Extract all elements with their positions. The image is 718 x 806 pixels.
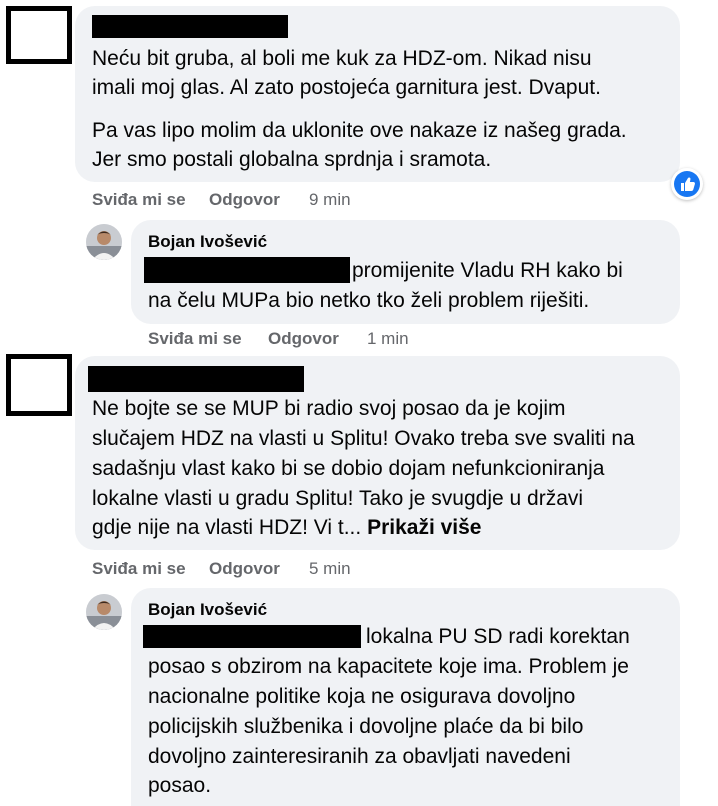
reply-button[interactable]: Odgovor <box>209 190 280 210</box>
comment-timestamp[interactable]: 5 min <box>309 559 351 579</box>
reply-button[interactable]: Odgovor <box>209 559 280 579</box>
redacted-author-name <box>88 366 304 392</box>
like-button[interactable]: Sviđa mi se <box>148 329 242 349</box>
user-photo-icon <box>86 224 122 260</box>
redacted-mention <box>143 625 361 648</box>
comment-text-line: sadašnju vlast kako bi se dobio dojam ne… <box>92 457 605 480</box>
comment-text-line: Neću bit gruba, al boli me kuk za HDZ-om… <box>92 47 592 70</box>
reply-text-line: posao s obzirom na kapacitete koje ima. … <box>148 655 629 678</box>
reply-author[interactable]: Bojan Ivošević <box>148 600 267 620</box>
user-photo-icon <box>86 594 122 630</box>
like-reaction-badge[interactable] <box>671 168 703 200</box>
reply-timestamp[interactable]: 1 min <box>367 329 409 349</box>
comment-text-line: Jer smo postali globalna sprdnja i sramo… <box>92 148 492 171</box>
comment-bubble: Ne bojte se se MUP bi radio svoj posao d… <box>75 356 680 550</box>
redacted-avatar <box>6 354 72 416</box>
redacted-mention <box>144 257 350 283</box>
comment-actions: Sviđa mi se Odgovor 9 min <box>92 190 392 212</box>
reply-button[interactable]: Odgovor <box>268 329 339 349</box>
see-more-link[interactable]: Prikaži više <box>367 516 481 539</box>
comment-text-line: Pa vas lipo molim da uklonite ove nakaze… <box>92 119 627 142</box>
reply-bubble: Bojan Ivošević lokalna PU SD radi korekt… <box>131 588 680 806</box>
redacted-author-name <box>92 15 288 38</box>
reply-text-line: nacionalne politike koja ne osigurava do… <box>148 685 576 708</box>
reply-text-line: dovoljno zainteresiranih za obavljati na… <box>148 745 571 768</box>
like-icon <box>674 171 700 197</box>
like-button[interactable]: Sviđa mi se <box>92 559 186 579</box>
reply-text-line: na čelu MUPa bio netko tko želi problem … <box>148 289 590 312</box>
reply-author[interactable]: Bojan Ivošević <box>148 232 267 252</box>
comment-text-line: gdje nije na vlasti HDZ! Vi t... Prikaži… <box>92 513 482 542</box>
reply-text-line: lokalna PU SD radi korektan <box>366 625 630 648</box>
comment-text-line: Ne bojte se se MUP bi radio svoj posao d… <box>92 397 566 420</box>
reply-actions: Sviđa mi se Odgovor 1 min <box>148 329 448 351</box>
reply-text-line: policijskih službenika i dovoljne plaće … <box>148 715 584 738</box>
avatar[interactable] <box>86 224 122 260</box>
comment-actions: Sviđa mi se Odgovor 5 min <box>92 559 392 581</box>
comment-bubble: Neću bit gruba, al boli me kuk za HDZ-om… <box>75 6 680 182</box>
avatar[interactable] <box>86 594 122 630</box>
comment-text-line: slučajem HDZ na vlasti u Splitu! Ovako t… <box>92 427 635 450</box>
reply-text-line: posao. <box>148 774 212 797</box>
comment-timestamp[interactable]: 9 min <box>309 190 351 210</box>
like-button[interactable]: Sviđa mi se <box>92 190 186 210</box>
redacted-avatar <box>6 6 72 64</box>
reply-text-line: promijenite Vladu RH kako bi <box>352 259 623 282</box>
comment-text-line: imali moj glas. Al zato postojeća garnit… <box>92 76 601 99</box>
reply-bubble: Bojan Ivošević promijenite Vladu RH kako… <box>131 220 680 324</box>
truncated-text: gdje nije na vlasti HDZ! Vi t... <box>92 516 362 539</box>
comment-text-line: lokalne vlasti u gradu Splitu! Tako je s… <box>92 487 584 510</box>
